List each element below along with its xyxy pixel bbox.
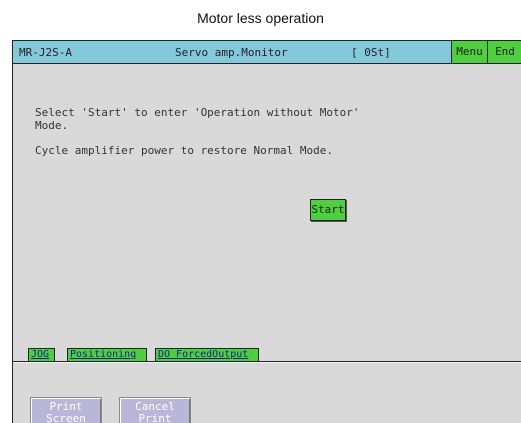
hmi-screen: MR-J2S-A Servo amp.Monitor [ 0St] Menu E… (12, 40, 521, 423)
instruction-line-1: Select 'Start' to enter 'Operation witho… (35, 106, 360, 119)
instruction-line-2: Mode. (35, 119, 69, 132)
status-indicator: [ 0St] (351, 46, 391, 59)
divider (13, 361, 521, 363)
cancel-print-button[interactable]: Cancel Print (119, 397, 191, 423)
figure-caption: Motor less operation (197, 10, 324, 26)
restore-note: Cycle amplifier power to restore Normal … (35, 144, 334, 157)
title-bar: MR-J2S-A Servo amp.Monitor [ 0St] Menu E… (13, 41, 521, 64)
screen-title: Servo amp.Monitor (175, 46, 288, 59)
model-label: MR-J2S-A (19, 46, 72, 59)
print-screen-button[interactable]: Print Screen (30, 397, 102, 423)
tab-do-forced-output[interactable]: DO ForcedOutput (155, 348, 259, 362)
start-button[interactable]: Start (310, 199, 346, 221)
tab-jog[interactable]: JOG (28, 348, 55, 362)
print-screen-label-2: Screen (46, 412, 86, 423)
end-button[interactable]: End (487, 41, 521, 63)
tab-positioning[interactable]: Positioning (67, 348, 147, 362)
cancel-print-label-2: Print (138, 412, 172, 423)
instruction-text: Select 'Start' to enter 'Operation witho… (35, 106, 360, 132)
menu-button[interactable]: Menu (451, 41, 487, 63)
